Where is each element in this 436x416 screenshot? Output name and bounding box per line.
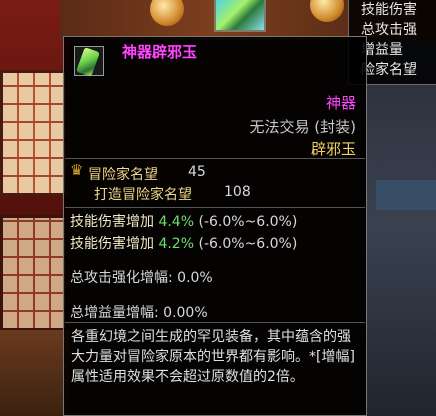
item-description: 各重幻境之间生成的罕见装备，其中蕴含的强大力量对冒险家原本的世界都有影响。*[增… xyxy=(65,322,365,414)
forge-fame-value: 108 xyxy=(224,184,251,200)
attack-boost-line: 总攻击强化增幅: 0.0% xyxy=(70,270,213,286)
jade-talisman-icon xyxy=(74,46,104,77)
divider xyxy=(65,207,365,208)
lattice-window xyxy=(0,70,68,196)
equipped-item-slot[interactable] xyxy=(214,0,266,32)
comparison-line: 技能伤害 xyxy=(361,2,417,18)
skill-damage-row: 技能伤害增加 4.4% (-6.0%~6.0%) xyxy=(70,211,297,231)
skill-damage-range: (-6.0%~6.0%) xyxy=(198,236,298,252)
trade-status: 无法交易 (封装) xyxy=(249,118,356,136)
scene-right-accent xyxy=(376,180,436,210)
skill-damage-range: (-6.0%~6.0%) xyxy=(198,214,298,230)
floor xyxy=(0,330,70,416)
fame-value: 45 xyxy=(188,164,206,180)
fame-crown-icon: ♛ xyxy=(70,161,84,179)
skill-damage-percent: 4.4% xyxy=(158,214,195,230)
forge-fame-label: 打造冒险家名望 xyxy=(94,187,192,203)
skill-damage-label: 技能伤害增加 xyxy=(70,236,154,252)
jade-talisman-graphic xyxy=(76,47,100,77)
divider xyxy=(65,158,365,159)
gain-boost-line: 总增益量增幅: 0.00% xyxy=(70,305,208,321)
skill-damage-percent: 4.2% xyxy=(158,236,195,252)
skill-damage-label: 技能伤害增加 xyxy=(70,214,154,230)
item-rarity: 神器 xyxy=(325,94,356,112)
lattice-window-lower xyxy=(0,215,68,331)
scene-right-strip xyxy=(366,40,436,416)
item-tooltip: 神器辟邪玉 神器 无法交易 (封装) 辟邪玉 ♛ 冒险家名望 45 打造冒险家名… xyxy=(63,36,367,416)
item-name: 神器辟邪玉 xyxy=(122,43,198,61)
item-sub-name: 辟邪玉 xyxy=(310,140,356,158)
skill-damage-row: 技能伤害增加 4.2% (-6.0%~6.0%) xyxy=(70,233,297,253)
fame-label: 冒险家名望 xyxy=(88,167,158,183)
